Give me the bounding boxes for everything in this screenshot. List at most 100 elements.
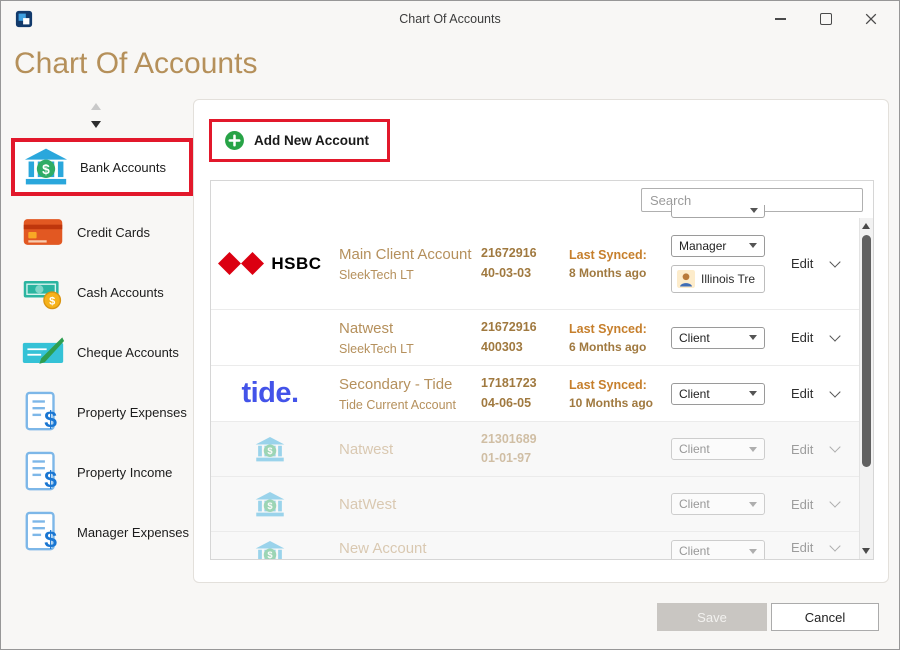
edit-cell: Edit: [783, 329, 859, 345]
credit-card-icon: [23, 219, 63, 245]
assignee-picker[interactable]: Illinois Tre: [671, 264, 765, 293]
sidebar-item-cash-accounts[interactable]: $ Cash Accounts: [13, 268, 193, 316]
table-viewport: HSBC Main Client Account SleekTech LT 21…: [211, 218, 859, 559]
maximize-button[interactable]: [803, 1, 848, 37]
account-number: 21672916: [481, 320, 537, 335]
role-dropdown[interactable]: Client: [671, 438, 765, 460]
role-dropdown-value: Manager: [679, 238, 727, 253]
table-scrollbar[interactable]: [859, 218, 873, 559]
edit-button[interactable]: Edit: [791, 496, 842, 512]
cancel-button[interactable]: Cancel: [771, 603, 879, 631]
last-synced-cell: Last Synced: 8 Months ago: [569, 248, 671, 280]
cheque-icon: [22, 337, 65, 364]
bank-icon: $: [255, 541, 285, 559]
sidebar-item-credit-cards[interactable]: Credit Cards: [13, 208, 193, 256]
maximize-icon: [819, 13, 832, 25]
account-subtitle: SleekTech LT: [339, 267, 414, 282]
edit-cell: Edit: [783, 539, 859, 555]
svg-text:$: $: [42, 162, 50, 177]
account-name: Secondary - Tide: [339, 375, 453, 393]
scrollbar-up-icon[interactable]: [862, 223, 870, 229]
edit-button[interactable]: Edit: [791, 255, 842, 271]
account-name: New Account: [339, 540, 427, 557]
page-title: Chart Of Accounts: [14, 47, 258, 80]
table-row: $ Natwest 21301689 01-01-97 Client Edit: [211, 422, 859, 477]
edit-label: Edit: [791, 256, 814, 271]
chevron-down-icon: [749, 446, 757, 452]
account-logo-cell: $: [211, 436, 329, 463]
chevron-down-icon: [749, 243, 757, 248]
chevron-down-icon: [829, 441, 842, 453]
save-button[interactable]: Save: [657, 603, 767, 631]
chevron-down-icon: [749, 548, 757, 554]
sidebar-item-label: Property Income: [77, 464, 173, 480]
assignee-name: Illinois Tre: [701, 271, 756, 286]
account-number: 21301689: [481, 431, 537, 446]
app-window: Chart Of Accounts Chart Of Accounts $ Ba…: [0, 0, 900, 650]
sort-code: 400303: [481, 339, 523, 354]
role-dropdown[interactable]: Client: [671, 493, 765, 515]
property-expenses-icon: $: [25, 391, 57, 432]
minimize-button[interactable]: [758, 1, 803, 37]
role-dropdown[interactable]: Client: [671, 540, 765, 559]
role-dropdown[interactable]: Manager: [671, 234, 765, 257]
add-new-account-button[interactable]: Add New Account: [214, 124, 386, 157]
edit-label: Edit: [791, 386, 814, 401]
role-dropdown[interactable]: Client: [671, 326, 765, 349]
svg-text:$: $: [44, 466, 57, 492]
close-button[interactable]: [848, 1, 893, 37]
cash-icon: $: [23, 281, 62, 310]
annotation-box-add-account: Add New Account: [209, 119, 391, 162]
sidebar-scroll-down-icon[interactable]: [91, 121, 101, 128]
chevron-down-icon: [749, 391, 757, 396]
scrollbar-down-icon[interactable]: [862, 548, 870, 554]
edit-cell: Edit: [783, 385, 859, 401]
sidebar-item-property-expenses[interactable]: $ Property Expenses: [13, 388, 193, 436]
account-number-cell: 21301689 01-01-97: [481, 430, 569, 469]
property-income-icon: $: [25, 451, 57, 492]
sidebar-scroll-arrows: [83, 97, 109, 138]
chevron-down-icon: [749, 501, 757, 507]
sidebar-scroll-up-icon[interactable]: [91, 103, 101, 110]
chevron-down-icon: [750, 208, 758, 213]
sidebar-item-cheque-accounts[interactable]: Cheque Accounts: [13, 328, 193, 376]
chevron-down-icon: [829, 539, 842, 552]
edit-button[interactable]: Edit: [791, 385, 842, 401]
sidebar-item-label: Cheque Accounts: [77, 344, 179, 360]
role-dropdown-value: Client: [679, 386, 710, 401]
bank-icon: $: [24, 148, 68, 185]
account-number-cell: 21672916 400303: [481, 318, 569, 357]
add-new-account-label: Add New Account: [254, 133, 370, 148]
svg-text:$: $: [44, 406, 57, 432]
account-name: Natwest: [339, 319, 394, 337]
table-header: [211, 181, 873, 219]
sidebar-item-property-income[interactable]: $ Property Income: [13, 448, 193, 496]
sidebar-item-bank-accounts[interactable]: $ Bank Accounts: [16, 143, 188, 191]
hsbc-logo: HSBC: [218, 252, 321, 275]
hsbc-logo-text: HSBC: [271, 253, 322, 273]
table-row: Natwest SleekTech LT 21672916 400303 Las…: [211, 310, 859, 366]
avatar: [677, 269, 695, 288]
account-number-cell: 17181723 04-06-05: [481, 374, 569, 413]
sort-code: 01-01-97: [481, 451, 532, 465]
account-logo-cell: $: [211, 491, 329, 518]
edit-label: Edit: [791, 540, 814, 555]
sidebar-item-label: Property Expenses: [77, 404, 187, 420]
sidebar-item-manager-expenses[interactable]: $ Manager Expenses: [13, 508, 193, 556]
edit-button[interactable]: Edit: [791, 539, 842, 555]
edit-button[interactable]: Edit: [791, 329, 842, 345]
account-name-cell: Secondary - Tide Tide Current Account: [329, 376, 481, 412]
partial-row-dropdown[interactable]: [671, 205, 765, 218]
sidebar-item-label: Manager Expenses: [77, 524, 190, 540]
sidebar-item-label: Cash Accounts: [77, 284, 164, 300]
scrollbar-thumb[interactable]: [862, 235, 871, 467]
table-row: tide. Secondary - Tide Tide Current Acco…: [211, 366, 859, 422]
account-name: Main Client Account: [339, 245, 472, 263]
sidebar-item-label: Bank Accounts: [80, 159, 166, 175]
role-dropdown-value: Client: [679, 497, 710, 511]
edit-button[interactable]: Edit: [791, 441, 842, 457]
chevron-down-icon: [829, 385, 842, 398]
account-logo-cell: HSBC: [211, 252, 329, 275]
role-dropdown[interactable]: Client: [671, 382, 765, 405]
svg-text:$: $: [49, 295, 55, 307]
